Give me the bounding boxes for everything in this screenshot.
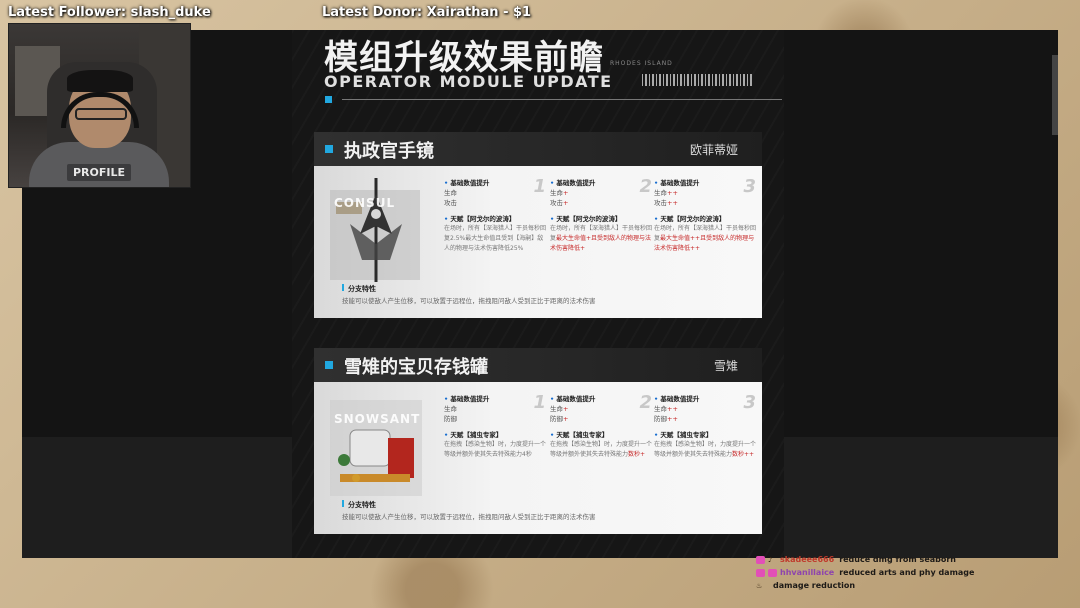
stage-1: 1 • 基础数值提升 生命 攻击 • 天赋【阿戈尔的波涛】 在场时，所有【深海猎… bbox=[444, 176, 548, 254]
card-body: CONSUL 1 • 基础数值提升 生命 攻击 • 天赋【阿戈尔的波涛】 在场时… bbox=[314, 166, 762, 318]
chat-message: ♪ skadeee666 reduce dmg from seaborn bbox=[756, 553, 1056, 566]
operator-name: 欧菲蒂娅 bbox=[689, 143, 738, 157]
stat-line: 生命++ bbox=[654, 189, 678, 197]
title-divider bbox=[342, 99, 782, 100]
branch-trait-description: 技能可以使敌人产生位移，可以放置于远程位，拖拽阻问敌人受到正比于距离的法术伤害 bbox=[342, 297, 596, 305]
card-accent-square bbox=[325, 361, 333, 369]
module-title: 执政官手镜 bbox=[344, 141, 434, 162]
talent-description: 在拖拽【感染生物】时，力度提升一个等级并额外使其失去特殊能力4秒 bbox=[444, 441, 547, 458]
latest-follower-label: Latest Follower: slash_duke bbox=[8, 5, 211, 20]
card-body: SNOWSANT 1 • 基础数值提升 生命 防御 • 天赋【捕虫专家】 在拖拽… bbox=[314, 382, 762, 534]
piggy-bank-icon bbox=[330, 400, 422, 496]
title-accent-square bbox=[325, 96, 332, 103]
talent-description: 在场时，所有【深海猎人】干员每秒回复2.5%最大生命值且受到【海嗣】敌人的物理与… bbox=[444, 225, 547, 252]
stat-line: 攻击+ bbox=[550, 199, 569, 207]
stage-number: 3 bbox=[743, 392, 756, 413]
module-card-2: 雪雉的宝贝存钱罐 雪雉 SNOWSANT 1 • 基础数值提升 生命 防御 • … bbox=[314, 348, 762, 534]
art-label: SNOWSANT bbox=[334, 412, 421, 426]
talent-name: • 天赋【捕虫专家】 bbox=[444, 431, 503, 439]
stat-line: 生命+ bbox=[550, 189, 569, 197]
branch-trait-title: 分支特性 bbox=[342, 284, 376, 294]
slide-subtitle: OPERATOR MODULE UPDATE bbox=[324, 72, 613, 91]
stage-header: • 基础数值提升 bbox=[654, 179, 700, 187]
art-label: CONSUL bbox=[334, 196, 396, 210]
stat-line: 生命 bbox=[444, 405, 457, 413]
video-margin-right bbox=[784, 437, 1058, 558]
chat-username[interactable]: skadeee666 bbox=[780, 555, 834, 564]
org-label: RHODES ISLAND bbox=[610, 60, 673, 67]
chat-overlay: ♪ skadeee666 reduce dmg from seaborn hhv… bbox=[756, 553, 1056, 592]
chat-username[interactable]: hhvanillaice bbox=[780, 568, 834, 577]
heart-icon: ♪ bbox=[768, 555, 773, 564]
stage-header: • 基础数值提升 bbox=[654, 395, 700, 403]
shirt-logo: PROFILE bbox=[67, 164, 132, 181]
webcam-feed: PROFILE bbox=[8, 23, 191, 188]
talent-name: • 天赋【捕虫专家】 bbox=[654, 431, 713, 439]
chat-message: ♨ damage reduction bbox=[756, 579, 1056, 592]
latest-donor-label: Latest Donor: Xairathan - $1 bbox=[322, 5, 532, 20]
video-margin-left bbox=[22, 437, 292, 558]
chat-text: damage reduction bbox=[773, 581, 856, 590]
stage-2: 2 • 基础数值提升 生命+ 攻击+ • 天赋【阿戈尔的波涛】 在场时，所有【深… bbox=[550, 176, 654, 254]
glasses-icon bbox=[75, 108, 127, 120]
operator-name: 雪雉 bbox=[713, 359, 738, 373]
module-title: 雪雉的宝贝存钱罐 bbox=[344, 357, 488, 378]
stage-number: 1 bbox=[533, 392, 546, 413]
stage-1: 1 • 基础数值提升 生命 防御 • 天赋【捕虫专家】 在拖拽【感染生物】时，力… bbox=[444, 392, 548, 460]
talent-name: • 天赋【捕虫专家】 bbox=[550, 431, 609, 439]
stat-line: 生命++ bbox=[654, 405, 678, 413]
talent-description: 在拖拽【感染生物】时，力度提升一个等级并额外使其失去特殊能力数秒+ bbox=[550, 441, 653, 458]
stat-line: 防御++ bbox=[654, 415, 678, 423]
talent-name: • 天赋【阿戈尔的波涛】 bbox=[654, 215, 726, 223]
talent-name: • 天赋【阿戈尔的波涛】 bbox=[444, 215, 516, 223]
card-header: 雪雉的宝贝存钱罐 雪雉 bbox=[314, 348, 762, 382]
stage-header: • 基础数值提升 bbox=[444, 395, 490, 403]
stage-header: • 基础数值提升 bbox=[550, 179, 596, 187]
card-header: 执政官手镜 欧菲蒂娅 bbox=[314, 132, 762, 166]
stage-number: 3 bbox=[743, 176, 756, 197]
stage-3: 3 • 基础数值提升 生命++ 防御++ • 天赋【捕虫专家】 在拖拽【感染生物… bbox=[654, 392, 758, 460]
talent-name: • 天赋【阿戈尔的波涛】 bbox=[550, 215, 622, 223]
stat-line: 攻击 bbox=[444, 199, 457, 207]
streamer-hair bbox=[67, 70, 133, 92]
branch-trait-description: 技能可以使敌人产生位移，可以放置于远程位，拖拽阻问敌人受到正比于距离的法术伤害 bbox=[342, 513, 596, 521]
stat-line: 防御+ bbox=[550, 415, 569, 423]
stage-header: • 基础数值提升 bbox=[444, 179, 490, 187]
stat-line: 生命 bbox=[444, 189, 457, 197]
stage-number: 2 bbox=[639, 176, 652, 197]
chat-text: reduce dmg from seaborn bbox=[839, 555, 956, 564]
emote-icon: ♨ bbox=[756, 581, 763, 590]
talent-description: 在场时，所有【深海猎人】干员每秒回复最大生命值+且受到敌人的物理与法术伤害降低+ bbox=[550, 225, 653, 252]
branch-trait-title: 分支特性 bbox=[342, 500, 376, 510]
scrollbar[interactable] bbox=[1052, 55, 1058, 135]
stat-line: 防御 bbox=[444, 415, 457, 423]
stage-2: 2 • 基础数值提升 生命+ 防御+ • 天赋【捕虫专家】 在拖拽【感染生物】时… bbox=[550, 392, 654, 460]
subscriber-badge-icon bbox=[768, 568, 777, 577]
mirror-staff-icon bbox=[330, 178, 420, 282]
module-update-slide: 模组升级效果前瞻 OPERATOR MODULE UPDATE RHODES I… bbox=[292, 30, 784, 558]
chat-text: reduced arts and phy damage bbox=[839, 568, 975, 577]
stage-3: 3 • 基础数值提升 生命++ 攻击++ • 天赋【阿戈尔的波涛】 在场时，所有… bbox=[654, 176, 758, 254]
talent-description: 在场时，所有【深海猎人】干员每秒回复最大生命值++且受到敌人的物理与法术伤害降低… bbox=[654, 225, 757, 252]
card-accent-square bbox=[325, 145, 333, 153]
stat-line: 攻击++ bbox=[654, 199, 678, 207]
module-card-1: 执政官手镜 欧菲蒂娅 CONSUL 1 • 基础数值提升 生命 攻击 • 天赋【… bbox=[314, 132, 762, 318]
chat-message: hhvanillaice reduced arts and phy damage bbox=[756, 566, 1056, 579]
stage-number: 2 bbox=[639, 392, 652, 413]
talent-description: 在拖拽【感染生物】时，力度提升一个等级并额外使其失去特殊能力数秒++ bbox=[654, 441, 757, 458]
subscriber-badge-icon bbox=[756, 555, 765, 564]
stat-line: 生命+ bbox=[550, 405, 569, 413]
barcode-decoration bbox=[642, 74, 752, 86]
stage-number: 1 bbox=[533, 176, 546, 197]
stage-header: • 基础数值提升 bbox=[550, 395, 596, 403]
subscriber-badge-icon bbox=[756, 568, 765, 577]
